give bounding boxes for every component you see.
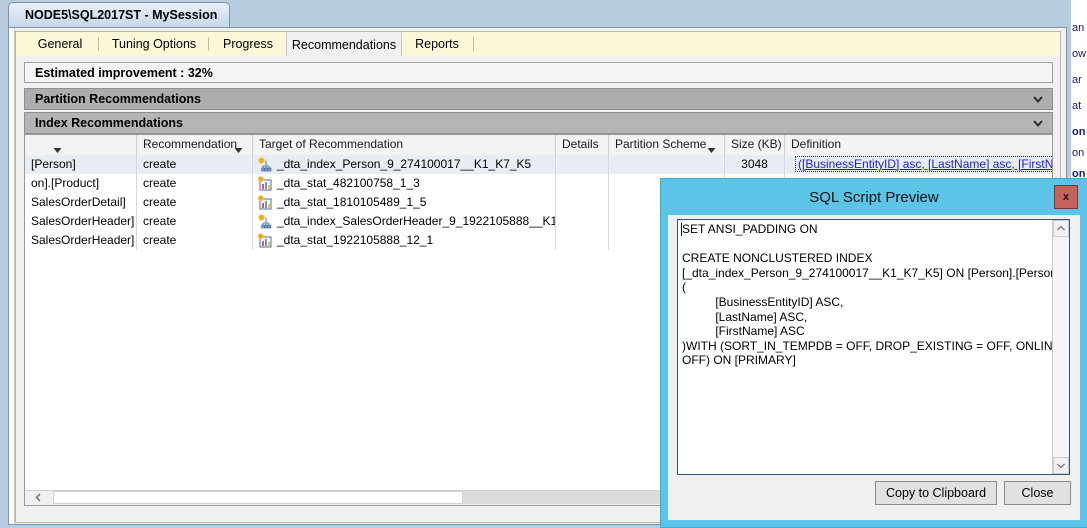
- tab-separator: [208, 37, 209, 51]
- close-button[interactable]: Close: [1004, 481, 1071, 505]
- cell-details: [556, 231, 609, 250]
- cell-recommendation: create: [137, 193, 253, 212]
- section-partition-recommendations[interactable]: Partition Recommendations: [24, 88, 1053, 110]
- cell-partition-scheme: [609, 155, 725, 174]
- session-window-tab[interactable]: NODE5\SQL2017ST - MySession: [8, 2, 230, 28]
- sql-script-preview-dialog: SQL Script Preview x SET ANSI_PADDING ON…: [661, 179, 1087, 527]
- column-header-size-kb-label: Size (KB): [731, 137, 782, 151]
- cell-recommendation: create: [137, 174, 253, 193]
- cell-target-label: _dta_index_Person_9_274100017__K1_K7_K5: [277, 157, 532, 171]
- chevron-down-icon[interactable]: [1032, 117, 1044, 129]
- tab-recommendations[interactable]: Recommendations: [286, 32, 402, 56]
- cell-target-label: _dta_stat_482100758_1_3: [277, 176, 420, 190]
- column-header-target-label: Target of Recommendation: [259, 137, 404, 151]
- column-header-target[interactable]: Target of Recommendation: [253, 135, 556, 155]
- column-header-details[interactable]: Details: [556, 135, 609, 155]
- cell-database-table: on].[Product]: [25, 174, 137, 193]
- close-icon[interactable]: x: [1054, 185, 1078, 209]
- bg-text-line: ow: [1072, 48, 1087, 60]
- column-header-definition-label: Definition: [791, 137, 842, 151]
- column-header-definition[interactable]: Definition: [785, 135, 1052, 155]
- sql-script-text: SET ANSI_PADDING ON CREATE NONCLUSTERED …: [682, 222, 1069, 368]
- grid-hscroll-thumb[interactable]: [53, 491, 463, 504]
- tab-reports[interactable]: Reports: [404, 32, 470, 56]
- cell-details: [556, 155, 609, 174]
- cell-size-kb: 3048: [725, 155, 785, 174]
- cell-target: _dta_stat_1810105489_1_5: [253, 193, 556, 212]
- tab-separator: [98, 37, 99, 51]
- cell-target-label: _dta_index_SalesOrderHeader_9_1922105888…: [277, 214, 556, 228]
- tab-strip: General Tuning Options Progress Recommen…: [15, 31, 1061, 57]
- sql-script-textarea[interactable]: SET ANSI_PADDING ON CREATE NONCLUSTERED …: [677, 219, 1070, 475]
- cell-details: [556, 193, 609, 212]
- statistics-icon: [257, 233, 272, 248]
- column-header-details-label: Details: [562, 137, 599, 151]
- bg-text-line: ar: [1072, 74, 1082, 86]
- cell-target-label: _dta_stat_1810105489_1_5: [277, 195, 427, 209]
- sort-arrow-icon[interactable]: [53, 141, 62, 153]
- scroll-down-icon[interactable]: [1053, 457, 1069, 474]
- section-index-recommendations[interactable]: Index Recommendations: [24, 112, 1053, 134]
- cell-database-table: SalesOrderDetail]: [25, 193, 137, 212]
- section-index-label: Index Recommendations: [35, 116, 183, 130]
- column-header-partition-scheme-label: Partition Scheme: [615, 137, 707, 151]
- tab-general[interactable]: General: [24, 32, 96, 56]
- copy-to-clipboard-button[interactable]: Copy to Clipboard: [875, 481, 997, 505]
- cell-recommendation: create: [137, 212, 253, 231]
- section-partition-label: Partition Recommendations: [35, 92, 201, 106]
- cell-target: _dta_index_Person_9_274100017__K1_K7_K5: [253, 155, 556, 174]
- column-header-database-table[interactable]: [25, 135, 137, 155]
- dialog-body: SET ANSI_PADDING ON CREATE NONCLUSTERED …: [668, 215, 1080, 520]
- definition-focus-rect: [795, 156, 1052, 172]
- bg-text-line: an: [1072, 22, 1085, 34]
- cell-target: _dta_stat_482100758_1_3: [253, 174, 556, 193]
- column-header-recommendation[interactable]: Recommendation: [137, 135, 253, 155]
- index-icon: [257, 157, 272, 172]
- cell-target-label: _dta_stat_1922105888_12_1: [277, 233, 434, 247]
- table-row[interactable]: [Person] create _dta_index_Person_9_2741…: [25, 155, 1052, 174]
- tab-tuning-options[interactable]: Tuning Options: [102, 32, 206, 56]
- column-header-partition-scheme[interactable]: Partition Scheme: [609, 135, 725, 155]
- statistics-icon: [257, 195, 272, 210]
- chevron-down-icon[interactable]: [1032, 93, 1044, 105]
- tab-progress[interactable]: Progress: [212, 32, 284, 56]
- bg-text-line: on: [1072, 126, 1086, 138]
- scroll-left-icon[interactable]: [33, 492, 44, 503]
- sort-arrow-icon[interactable]: [707, 141, 716, 153]
- cell-database-table: SalesOrderHeader]: [25, 231, 137, 250]
- estimated-improvement-bar: Estimated improvement : 32%: [24, 62, 1053, 83]
- bg-text-line: at: [1072, 100, 1082, 112]
- tab-separator: [473, 37, 474, 51]
- grid-header-row: Recommendation Target of Recommendation …: [25, 135, 1052, 156]
- cell-recommendation: create: [137, 155, 253, 174]
- session-window-tab-label: NODE5\SQL2017ST - MySession: [25, 8, 218, 22]
- index-icon: [257, 214, 272, 229]
- cell-target: _dta_index_SalesOrderHeader_9_1922105888…: [253, 212, 556, 231]
- scroll-up-icon[interactable]: [1053, 220, 1069, 237]
- cell-recommendation: create: [137, 231, 253, 250]
- cell-database-table: SalesOrderHeader]: [25, 212, 137, 231]
- cell-details: [556, 212, 609, 231]
- cell-details: [556, 174, 609, 193]
- column-header-recommendation-label: Recommendation: [143, 137, 238, 151]
- cell-target: _dta_stat_1922105888_12_1: [253, 231, 556, 250]
- sql-vertical-scrollbar[interactable]: [1052, 220, 1069, 474]
- bg-text-line: on: [1072, 147, 1085, 159]
- sort-arrow-icon[interactable]: [234, 141, 243, 153]
- statistics-icon: [257, 176, 272, 191]
- cell-database-table: [Person]: [25, 155, 137, 174]
- estimated-improvement-label: Estimated improvement : 32%: [35, 66, 213, 80]
- dialog-title: SQL Script Preview: [809, 189, 939, 206]
- column-header-size-kb[interactable]: Size (KB): [725, 135, 785, 155]
